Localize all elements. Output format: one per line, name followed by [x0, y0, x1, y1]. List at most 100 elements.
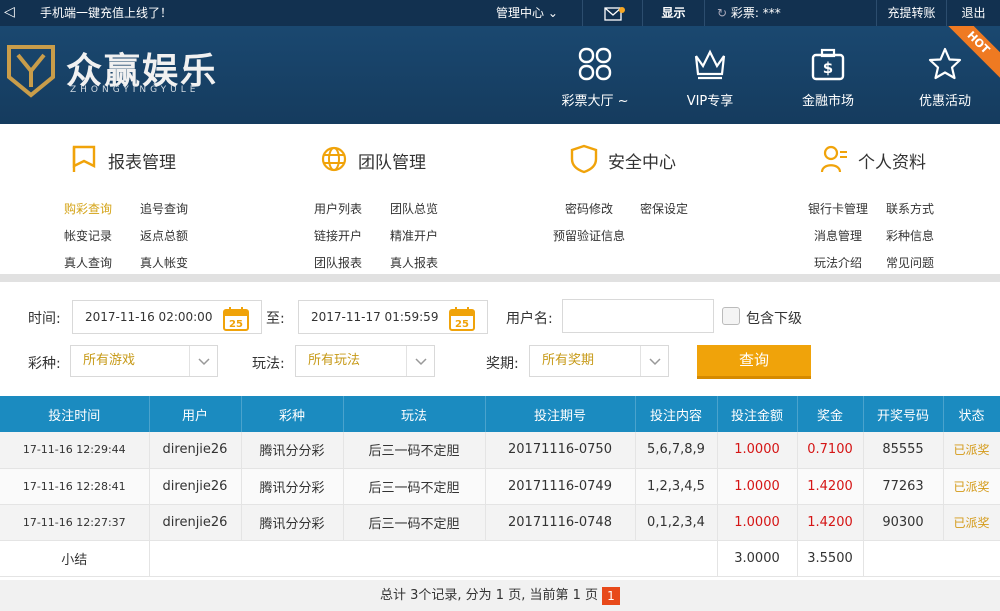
link-team-report[interactable]: 团队报表 [314, 254, 362, 271]
cell-prize: 1.4200 [797, 504, 864, 541]
notification-dot [618, 7, 625, 13]
link-account-changes[interactable]: 帐变记录 [64, 227, 112, 244]
link-security-question[interactable]: 密保设定 [640, 200, 688, 217]
username-label: 用户名: [506, 311, 553, 327]
link-verification-info[interactable]: 预留验证信息 [553, 227, 625, 244]
link-live-account-changes[interactable]: 真人帐变 [140, 254, 188, 271]
report-flag-icon [72, 145, 96, 172]
cell-content: 0,1,2,3,4 [635, 504, 718, 541]
table-header-row: 投注时间 用户 彩种 玩法 投注期号 投注内容 投注金额 奖金 开奖号码 状态 [0, 396, 1000, 432]
crown-icon [694, 49, 726, 80]
link-rebate-total[interactable]: 返点总额 [140, 227, 188, 244]
cell-period: 20171116-0748 [485, 504, 636, 541]
play-type-select[interactable]: 所有玩法 [295, 345, 435, 377]
cell-draw-number: 85555 [863, 432, 944, 469]
link-team-overview[interactable]: 团队总览 [390, 200, 438, 217]
col-draw-number: 开奖号码 [863, 396, 944, 432]
nav-vip[interactable]: VIP专享 [662, 46, 758, 116]
start-time-input[interactable]: 2017-11-16 02:00:00 25 [72, 300, 262, 334]
col-period: 投注期号 [485, 396, 636, 432]
show-toggle[interactable]: 显示 [642, 0, 704, 26]
summary-amount: 3.0000 [717, 540, 798, 577]
summary-spacer [149, 540, 718, 577]
cell-amount: 1.0000 [717, 504, 798, 541]
col-play: 玩法 [343, 396, 486, 432]
link-live-report[interactable]: 真人报表 [390, 254, 438, 271]
cell-bet-time: 17-11-16 12:27:37 [0, 504, 150, 541]
table-row[interactable]: 17-11-16 12:28:41 direnjie26 腾讯分分彩 后三一码不… [0, 468, 1000, 505]
chevron-down-icon [189, 346, 217, 376]
logo-shield-icon[interactable] [5, 41, 57, 99]
logout-link[interactable]: 退出 [946, 0, 1000, 26]
notice-text[interactable]: 手机端一键充值上线了！ [40, 4, 172, 21]
lottery-balance[interactable]: ↻ 彩票: *** [704, 0, 866, 26]
col-prize: 奖金 [797, 396, 864, 432]
refresh-icon[interactable]: ↻ [717, 6, 727, 20]
link-messages[interactable]: 消息管理 [814, 227, 862, 244]
link-contact-info[interactable]: 联系方式 [886, 200, 934, 217]
link-link-register[interactable]: 链接开户 [314, 227, 362, 244]
cell-content: 1,2,3,4,5 [635, 468, 718, 505]
query-button[interactable]: 查询 [697, 345, 811, 379]
lottery-type-select[interactable]: 所有游戏 [70, 345, 218, 377]
cell-play: 后三一码不定胆 [343, 504, 486, 541]
calendar-icon[interactable]: 25 [449, 307, 475, 331]
back-arrow-icon[interactable]: ◁ [4, 4, 15, 20]
period-select[interactable]: 所有奖期 [529, 345, 669, 377]
link-precise-register[interactable]: 精准开户 [390, 227, 438, 244]
page-button-current[interactable]: 1 [602, 586, 620, 605]
chevron-down-icon [406, 346, 434, 376]
link-user-list[interactable]: 用户列表 [314, 200, 362, 217]
cell-user: direnjie26 [149, 432, 242, 469]
globe-icon [321, 146, 347, 172]
chevron-down-icon [640, 346, 668, 376]
include-sub-label[interactable]: 包含下级 [746, 308, 802, 328]
pagination-bar: 总计 3个记录, 分为 1 页, 当前第 1 页 1 [0, 580, 1000, 611]
include-sub-checkbox[interactable] [722, 307, 740, 325]
table-row[interactable]: 17-11-16 12:27:37 direnjie26 腾讯分分彩 后三一码不… [0, 504, 1000, 541]
calendar-icon[interactable]: 25 [223, 307, 249, 331]
summary-row: 小结 3.0000 3.5500 [0, 540, 1000, 577]
brand-subtitle: ZHONGYINGYULE [70, 85, 200, 95]
cell-period: 20171116-0749 [485, 468, 636, 505]
username-input[interactable] [562, 299, 714, 333]
link-lottery-info[interactable]: 彩种信息 [886, 227, 934, 244]
nav-lottery-hall[interactable]: 彩票大厅 ~ [547, 46, 643, 116]
link-play-intro[interactable]: 玩法介绍 [814, 254, 862, 271]
chevron-down-icon: ⌄ [547, 6, 558, 20]
cell-status[interactable]: 已派奖 [943, 504, 1000, 541]
cell-draw-number: 77263 [863, 468, 944, 505]
link-change-password[interactable]: 密码修改 [565, 200, 613, 217]
cell-lottery: 腾讯分分彩 [241, 468, 344, 505]
money-bag-icon: $ [811, 48, 845, 81]
cell-draw-number: 90300 [863, 504, 944, 541]
star-icon [928, 47, 962, 80]
col-user: 用户 [149, 396, 242, 432]
period-label: 奖期: [486, 356, 519, 372]
cell-status[interactable]: 已派奖 [943, 468, 1000, 505]
link-live-query[interactable]: 真人查询 [64, 254, 112, 271]
calendar-day: 25 [455, 319, 469, 330]
link-bank-cards[interactable]: 银行卡管理 [808, 200, 868, 217]
site-header: 众赢娱乐 ZHONGYINGYULE 彩票大厅 ~ VIP专享 $ 金融市场 优… [0, 26, 1000, 124]
link-faq[interactable]: 常见问题 [886, 254, 934, 271]
col-content: 投注内容 [635, 396, 718, 432]
link-chase-query[interactable]: 追号查询 [140, 200, 188, 217]
cell-amount: 1.0000 [717, 468, 798, 505]
summary-prize: 3.5500 [797, 540, 864, 577]
col-bet-time: 投注时间 [0, 396, 150, 432]
recharge-link[interactable]: 充提转账 [876, 0, 946, 26]
manage-center-menu[interactable]: 管理中心 ⌄ [472, 0, 582, 26]
cell-prize: 1.4200 [797, 468, 864, 505]
mail-button[interactable] [582, 0, 642, 26]
shield-icon [570, 144, 598, 174]
end-time-input[interactable]: 2017-11-17 01:59:59 25 [298, 300, 488, 334]
link-purchase-query[interactable]: 购彩查询 [64, 200, 112, 217]
section-divider [0, 274, 1000, 282]
cell-status[interactable]: 已派奖 [943, 432, 1000, 469]
nav-finance-market[interactable]: $ 金融市场 [780, 46, 876, 116]
cell-lottery: 腾讯分分彩 [241, 432, 344, 469]
table-row[interactable]: 17-11-16 12:29:44 direnjie26 腾讯分分彩 后三一码不… [0, 432, 1000, 469]
pagination-summary: 总计 3个记录, 分为 1 页, 当前第 1 页 [379, 588, 598, 603]
col-amount: 投注金额 [717, 396, 798, 432]
